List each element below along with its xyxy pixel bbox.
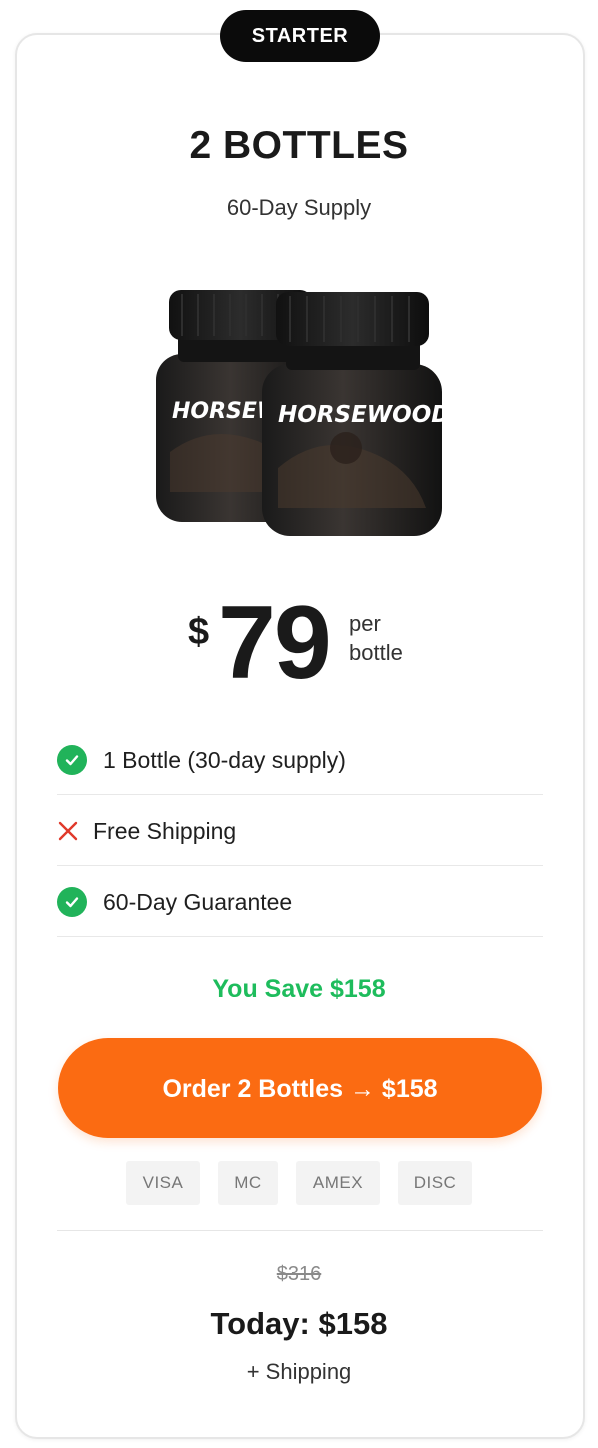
offer-title: 2 BOTTLES [189,124,409,167]
shipping-note: + Shipping [246,1359,352,1384]
price-unit-line2: bottle [349,640,403,665]
plan-badge: STARTER [220,10,380,62]
original-price: $316 [276,1263,322,1285]
bottle-front-label: HORSEWOOD [278,402,450,428]
feature-item: 60-Day Guarantee [57,868,543,937]
payment-methods: VISA MC AMEX DISC [0,1161,598,1205]
feature-label: 60-Day Guarantee [103,888,293,915]
feature-list: 1 Bottle (30-day supply) Free Shipping 6… [57,726,543,937]
feature-item: Free Shipping [57,797,543,866]
check-circle-icon [57,887,87,917]
price-display: $ 79 per bottle [0,585,598,705]
bottle-front: HORSEWOOD [262,292,450,536]
divider [57,1230,543,1231]
payment-visa-badge: VISA [126,1161,200,1205]
price-unit-line1: per [349,611,381,636]
order-button[interactable]: Order 2 Bottles → $158 [58,1038,542,1138]
payment-amex-badge: AMEX [296,1161,380,1205]
price-currency: $ [188,611,210,653]
feature-label: 1 Bottle (30-day supply) [103,746,346,773]
check-circle-icon [57,745,87,775]
product-image: HORSEW HORSEWOOD [150,282,450,544]
x-icon [57,816,79,846]
savings-text: You Save $158 [212,975,386,1003]
price-unit: per bottle [349,609,403,667]
bottles-illustration: HORSEW HORSEWOOD [156,290,450,536]
feature-label: Free Shipping [93,817,237,844]
payment-disc-badge: DISC [398,1161,472,1205]
feature-item: 1 Bottle (30-day supply) [57,726,543,795]
price-amount: 79 [218,585,332,701]
payment-mc-badge: MC [218,1161,278,1205]
offer-subtitle: 60-Day Supply [226,195,372,220]
today-price: Today: $158 [210,1306,388,1341]
